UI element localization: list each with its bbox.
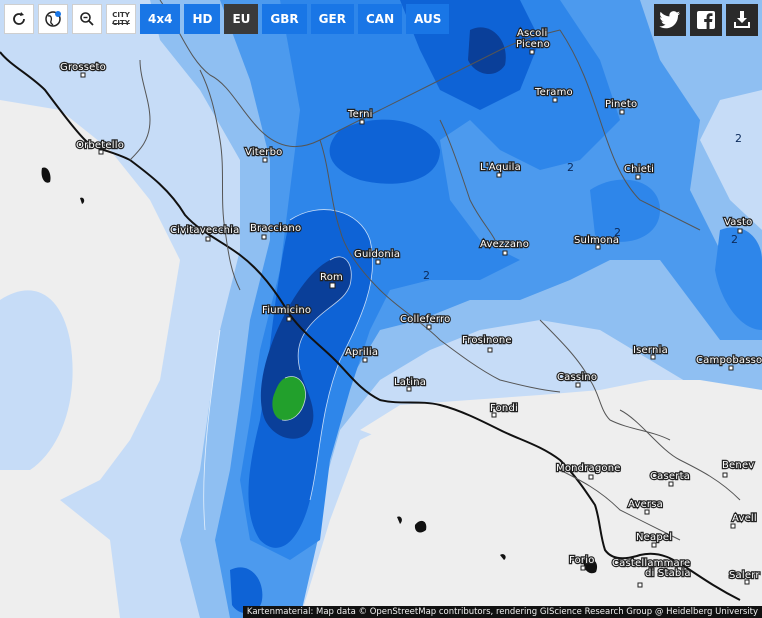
city-label: Pineto: [605, 99, 637, 110]
button-eu[interactable]: EU: [224, 4, 259, 34]
city-label: Neapel: [636, 532, 672, 543]
city-label: Mondragone: [556, 463, 621, 474]
city-label: Benev: [722, 460, 754, 471]
button-4x4[interactable]: 4x4: [140, 4, 181, 34]
city-label: Avezzano: [480, 239, 529, 250]
precipitation-map[interactable]: 2 2 2 2 2 2 Grosseto Orbetello Viterbo T…: [0, 0, 762, 618]
city-toggle-bottom: CITY: [112, 19, 130, 27]
button-hd[interactable]: HD: [184, 4, 221, 34]
svg-text:2: 2: [423, 269, 430, 282]
city-label: Terni: [347, 109, 373, 120]
city-label: Isernia: [633, 345, 668, 356]
city-label: Campobasso: [696, 355, 762, 366]
twitter-icon: [659, 11, 681, 29]
svg-text:2: 2: [567, 161, 574, 174]
city-label: Ascoli: [517, 28, 547, 39]
city-label: Vasto: [724, 217, 752, 228]
city-label: Salerr: [729, 570, 760, 581]
globe-icon: [45, 11, 61, 27]
button-ger[interactable]: GER: [310, 4, 354, 34]
city-label: Aversa: [628, 499, 663, 510]
city-label: Avell: [732, 513, 757, 524]
city-label: Frosinone: [462, 335, 512, 346]
city-label: Viterbo: [245, 147, 282, 158]
city-label: Caserta: [650, 471, 690, 482]
city-label: Fiumicino: [262, 305, 311, 316]
city-label: Piceno: [516, 39, 550, 50]
city-label: Teramo: [534, 87, 573, 98]
globe-button[interactable]: [38, 4, 68, 34]
map-attribution: Kartenmaterial: Map data © OpenStreetMap…: [242, 606, 762, 618]
city-label: di Stabia: [645, 568, 691, 579]
city-label: L'Aquila: [480, 162, 521, 173]
city-label: Sulmona: [574, 235, 619, 246]
city-label: Cassino: [557, 372, 597, 383]
facebook-button[interactable]: [690, 4, 722, 36]
city-label: Rom: [320, 272, 343, 283]
city-label: Forio: [569, 555, 595, 566]
svg-text:2: 2: [731, 233, 738, 246]
city-label: Bracciano: [250, 223, 301, 234]
city-label: Aprilia: [345, 347, 378, 358]
zoom-out-button[interactable]: [72, 4, 102, 34]
city-label: Chieti: [624, 164, 654, 175]
button-can[interactable]: CAN: [357, 4, 403, 34]
refresh-button[interactable]: [4, 4, 34, 34]
download-icon: [734, 11, 750, 28]
refresh-icon: [13, 12, 25, 25]
city-label: Fondi: [490, 403, 518, 414]
city-label: Colleferro: [400, 314, 450, 325]
city-label: Civitavecchia: [170, 225, 239, 236]
city-label: Latina: [394, 377, 426, 388]
city-label: Guidonia: [354, 249, 400, 260]
map-toolbar: CITY CITY 4x4 HD EU GBR GER CAN AUS: [4, 4, 450, 34]
svg-text:2: 2: [735, 132, 742, 145]
zoom-out-icon: [80, 12, 94, 26]
city-label: Grosseto: [60, 62, 106, 73]
facebook-icon: [697, 11, 715, 29]
download-button[interactable]: [726, 4, 758, 36]
city-toggle-button[interactable]: CITY CITY: [106, 4, 136, 34]
city-label: Orbetello: [76, 140, 124, 151]
city-toggle-top: CITY: [112, 11, 130, 19]
button-aus[interactable]: AUS: [406, 4, 450, 34]
share-buttons: [654, 4, 758, 36]
button-gbr[interactable]: GBR: [262, 4, 307, 34]
twitter-button[interactable]: [654, 4, 686, 36]
